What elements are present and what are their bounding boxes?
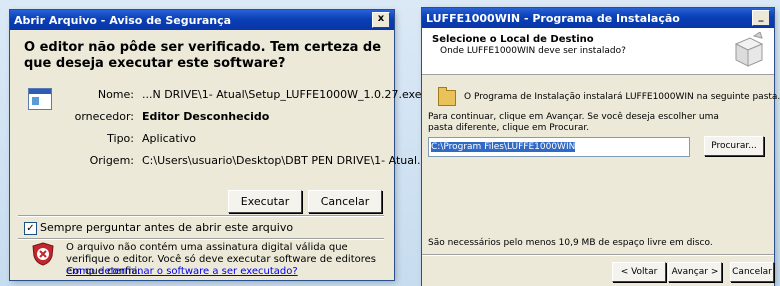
exe-file-icon bbox=[28, 88, 52, 110]
left-window-title: Abrir Arquivo - Aviso de Segurança bbox=[14, 13, 232, 27]
next-button[interactable]: Avançar > bbox=[668, 262, 722, 282]
field-type-row: Tipo: Aplicativo bbox=[64, 132, 196, 145]
field-value: C:\Users\usuario\Desktop\DBT PEN DRIVE\1… bbox=[142, 154, 428, 167]
destination-path-input[interactable]: C:\Program Files\LUFFE1000WIN bbox=[428, 137, 690, 157]
field-label: Origem: bbox=[89, 154, 134, 167]
field-origin-row: Origem: C:\Users\usuario\Desktop\DBT PEN… bbox=[64, 154, 428, 167]
security-warning-dialog: Abrir Arquivo - Aviso de Segurança x O e… bbox=[10, 10, 428, 280]
info-text: O Programa de Instalação instalará LUFFE… bbox=[464, 92, 780, 102]
right-window-title: LUFFE1000WIN - Programa de Instalação bbox=[426, 11, 680, 25]
field-label: Tipo: bbox=[107, 132, 134, 145]
header-title: Selecione o Local de Destino bbox=[432, 34, 594, 45]
installer-window: LUFFE1000WIN - Programa de Instalação _ … bbox=[422, 8, 780, 286]
field-name-row: Nome: ...N DRIVE\1- Atual\Setup_LUFFE100… bbox=[64, 88, 422, 101]
always-ask-checkbox[interactable]: ✓ bbox=[24, 222, 37, 235]
field-label: ornecedor: bbox=[74, 110, 134, 123]
field-value: Aplicativo bbox=[142, 132, 197, 145]
installer-cancel-button[interactable]: Cancelar bbox=[730, 262, 774, 282]
disk-space-text: São necessários pelo menos 10,9 MB de es… bbox=[428, 238, 713, 248]
installer-header: Selecione o Local de Destino Onde LUFFE1… bbox=[422, 28, 774, 75]
field-publisher-row: ornecedor: Editor Desconhecido bbox=[64, 110, 270, 123]
separator bbox=[422, 254, 774, 256]
path-value: C:\Program Files\LUFFE1000WIN bbox=[431, 142, 576, 152]
help-link[interactable]: Como determinar o software a ser executa… bbox=[66, 266, 298, 277]
minimize-button[interactable]: _ bbox=[752, 10, 770, 26]
run-button[interactable]: Executar bbox=[228, 190, 302, 213]
instructions-text: Para continuar, clique em Avançar. Se vo… bbox=[428, 112, 719, 133]
separator bbox=[18, 238, 384, 240]
field-value: ...N DRIVE\1- Atual\Setup_LUFFE1000W_1.0… bbox=[142, 88, 422, 101]
cancel-button[interactable]: Cancelar bbox=[308, 190, 382, 213]
installer-box-icon bbox=[734, 32, 764, 67]
always-ask-label: Sempre perguntar antes de abrir este arq… bbox=[40, 221, 294, 234]
field-label: Nome: bbox=[97, 88, 134, 101]
folder-icon bbox=[438, 87, 456, 106]
left-close-button[interactable]: x bbox=[372, 12, 390, 28]
shield-warning-icon bbox=[32, 242, 54, 266]
field-value: Editor Desconhecido bbox=[142, 110, 270, 123]
browse-button[interactable]: Procurar... bbox=[704, 136, 764, 156]
left-title-bar: Abrir Arquivo - Aviso de Segurança x bbox=[10, 10, 394, 30]
back-button[interactable]: < Voltar bbox=[612, 262, 666, 282]
header-subtitle: Onde LUFFE1000WIN deve ser instalado? bbox=[440, 46, 626, 56]
right-title-bar: LUFFE1000WIN - Programa de Instalação _ bbox=[422, 8, 774, 28]
security-heading: O editor não pôde ser verificado. Tem ce… bbox=[24, 40, 382, 71]
separator bbox=[18, 215, 384, 217]
